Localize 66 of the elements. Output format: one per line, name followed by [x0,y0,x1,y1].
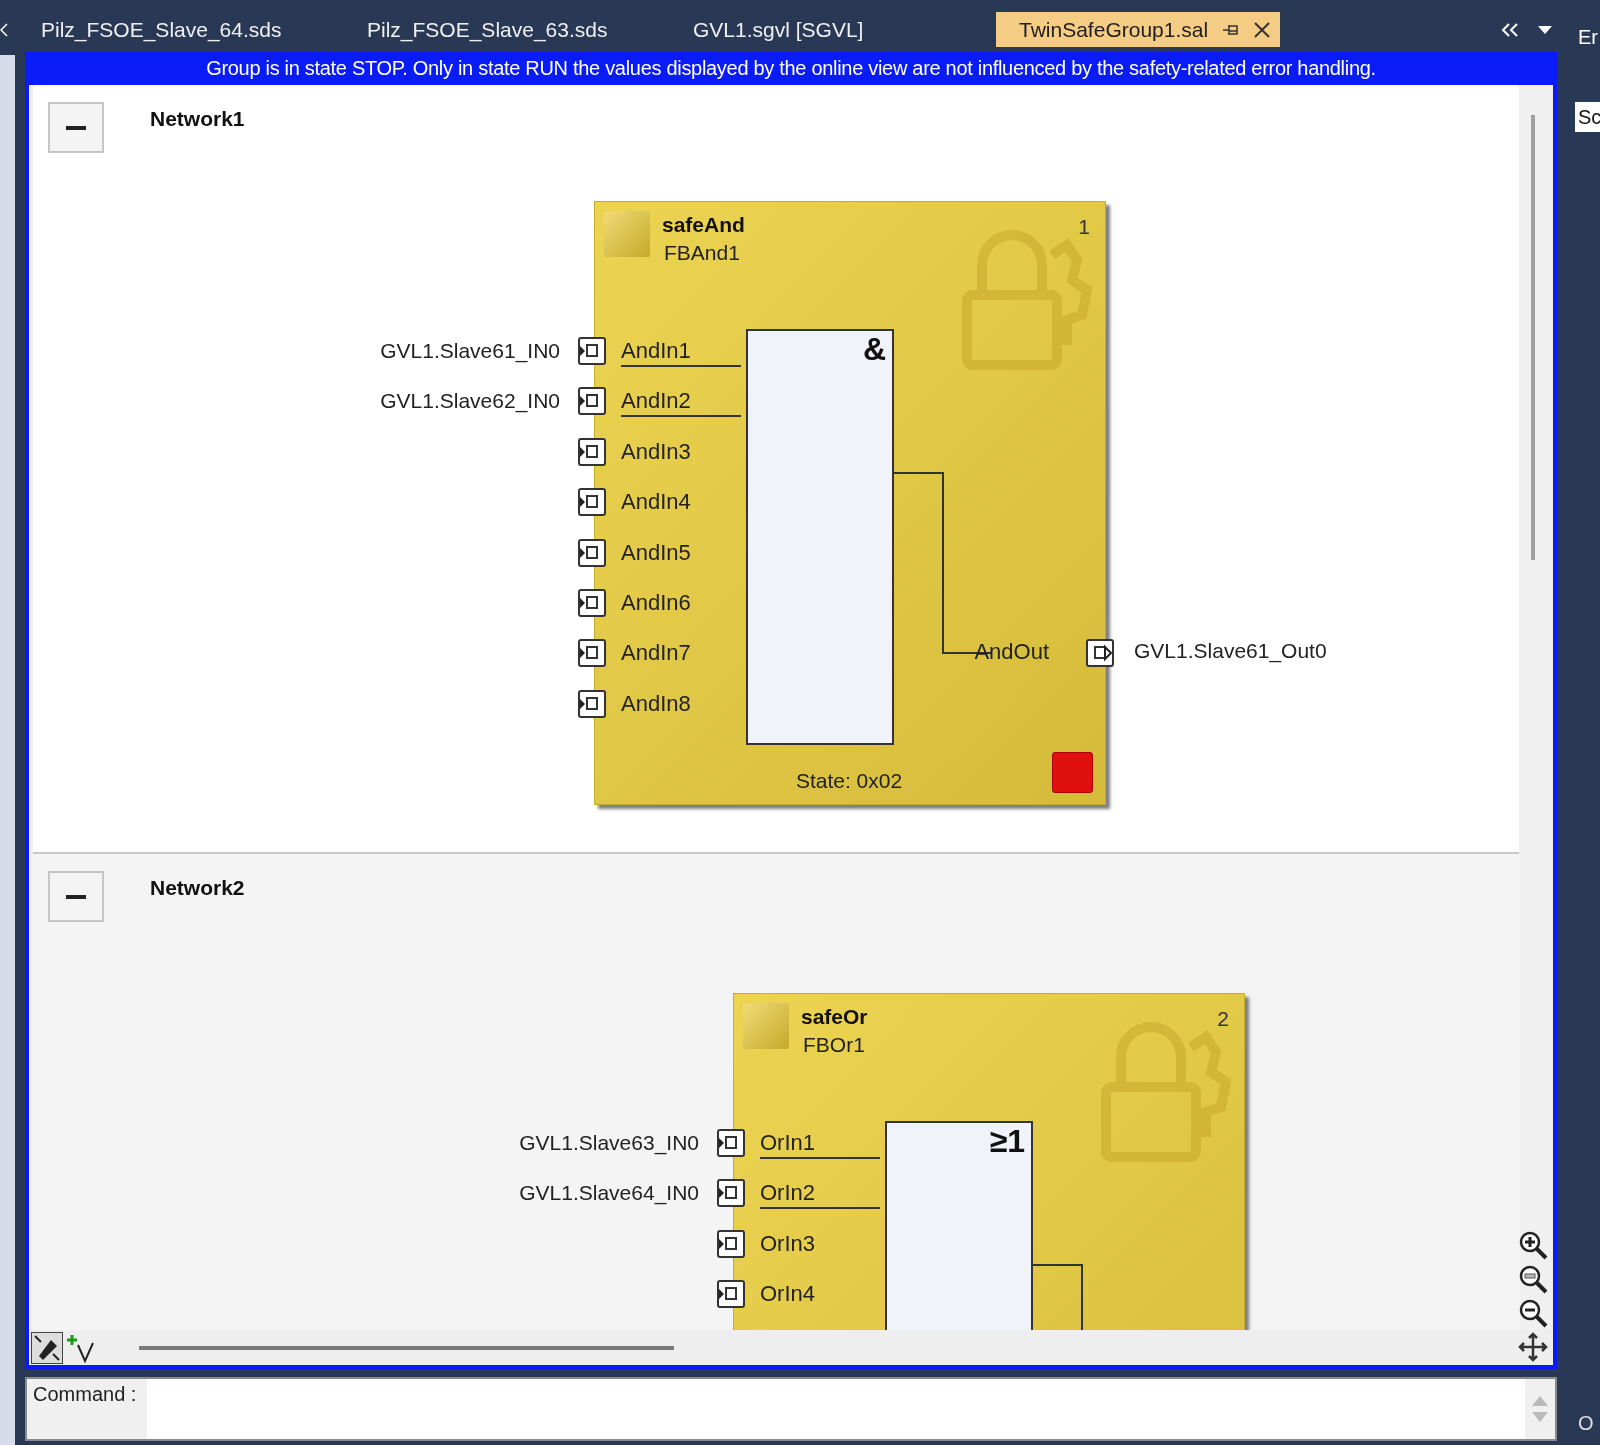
output-pin-label: AndOut [974,639,1049,665]
double-chevron-left-icon[interactable] [1500,22,1520,37]
editor-tab[interactable]: GVL1.sgvl [SGVL] [670,12,996,47]
block-number: 1 [1078,215,1090,239]
input-pin-icon [578,589,606,617]
input-pin-icon [578,387,606,416]
input-variable: GVL1.Slave64_IN0 [519,1180,699,1207]
input-pin-label: AndIn1 [621,337,741,367]
output-variable: GVL1.Slave61_Out0 [1134,639,1327,663]
input-variable: GVL1.Slave61_IN0 [380,338,560,365]
block-type: safeAnd [662,213,745,237]
dropdown-icon[interactable] [1538,25,1552,34]
zoom-in-icon[interactable] [1517,1229,1549,1261]
input-variable: GVL1.Slave63_IN0 [519,1130,699,1157]
collapse-button[interactable] [48,871,104,922]
input-pin-label: OrIn1 [760,1129,880,1159]
editor-tab[interactable]: Pilz_FSOE_Slave_63.sds [344,12,670,47]
input-pin-icon [717,1229,745,1258]
input-pin-label: OrIn2 [760,1179,880,1210]
input-pin-icon [578,689,606,718]
pin-icon[interactable] [1222,22,1241,37]
input-pin-icon [578,488,606,517]
edit-mode-button[interactable] [31,1331,63,1364]
input-pin-label: AndIn5 [621,538,691,567]
block-number: 2 [1217,1007,1229,1031]
input-pin-label: AndIn8 [621,689,691,718]
network-title: Network2 [150,876,245,900]
input-pin-icon [717,1179,745,1208]
panel-text: O [1577,1412,1595,1435]
output-pin-icon [1086,639,1114,667]
editor-tab[interactable]: Pilz_FSOE_Slave_64.sds [18,12,344,47]
block-state: State: 0x02 [794,769,904,793]
panel-text: Sc [1575,102,1600,132]
input-pin-label: AndIn2 [621,387,741,418]
block-instance-name: FBAnd1 [664,241,740,265]
block-instance-name: FBOr1 [803,1033,865,1057]
input-pin-icon [717,1129,745,1157]
close-icon[interactable] [1254,21,1271,38]
horizontal-scrollbar[interactable] [139,1345,674,1350]
input-pin-icon [717,1280,745,1309]
input-pin-label: AndIn3 [621,437,691,466]
editor-tab[interactable]: TwinSafeGroup1.sal [996,12,1281,47]
block-type: safeOr [801,1005,868,1029]
input-pin-label: OrIn4 [760,1280,816,1309]
input-pin-label: AndIn7 [621,639,691,668]
pan-icon[interactable] [1517,1331,1549,1363]
input-variable: GVL1.Slave62_IN0 [380,388,560,415]
input-pin-icon [578,639,606,668]
info-bar: Group is in state STOP. Only in state RUN the values displayed by the online view are not influenced by the safety-related error handling. [29,52,1553,85]
logic-symbol: ≥1 [989,1123,1025,1160]
input-pin-icon [578,337,606,365]
block-type-icon [743,1003,789,1049]
logic-symbol: & [862,331,886,368]
chevron-left-icon[interactable] [0,22,8,37]
input-pin-label: OrIn3 [760,1229,816,1258]
network-title: Network1 [150,107,245,131]
block-type-icon [604,211,650,257]
scroll-thumb[interactable] [1531,115,1535,560]
input-pin-icon [578,437,606,466]
input-pin-icon [578,538,606,567]
input-pin-label: AndIn6 [621,589,691,617]
zoom-reset-icon[interactable] [1517,1263,1549,1295]
panel-text: Er [1577,25,1599,50]
collapse-button[interactable] [48,102,104,153]
input-pin-label: AndIn4 [621,488,691,517]
zoom-out-icon[interactable] [1517,1297,1549,1329]
